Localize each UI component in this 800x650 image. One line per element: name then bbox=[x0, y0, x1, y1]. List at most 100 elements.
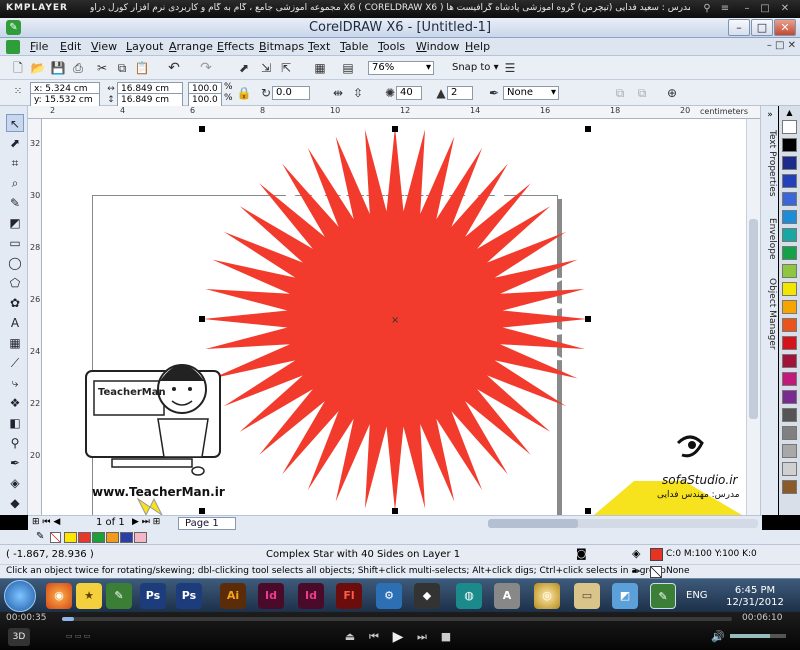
document-window-controls[interactable]: – □ ✕ bbox=[740, 40, 796, 54]
start-button[interactable] bbox=[4, 580, 36, 612]
open-icon[interactable]: 📂 bbox=[30, 60, 46, 76]
stop-icon[interactable]: ⏏ bbox=[342, 630, 358, 644]
height-field[interactable]: 16.849 cm bbox=[117, 93, 183, 107]
menu-bitmaps[interactable]: Bitmaps bbox=[259, 40, 304, 53]
convert-to-curves-icon[interactable]: ⊕ bbox=[664, 85, 680, 101]
rotation-angle-field[interactable]: 0.0 bbox=[272, 86, 310, 100]
next-icon[interactable]: ⏭ bbox=[414, 630, 430, 644]
menu-layout[interactable]: Layout bbox=[126, 40, 163, 53]
player-minimize-button[interactable]: – bbox=[740, 2, 754, 16]
docker-tab-object-manager[interactable]: Object Manager bbox=[763, 278, 777, 350]
save-icon[interactable]: 💾 bbox=[50, 60, 66, 76]
folder-icon[interactable]: ▭ bbox=[574, 583, 600, 609]
fill-color-swatch[interactable] bbox=[650, 548, 663, 561]
palette-swatch[interactable] bbox=[782, 444, 797, 458]
menu-effects[interactable]: Effects bbox=[217, 40, 254, 53]
document-palette-swatch[interactable] bbox=[106, 532, 119, 543]
shape-tool-icon[interactable]: ⬈ bbox=[6, 134, 24, 152]
document-palette-swatch[interactable] bbox=[92, 532, 105, 543]
indesign-alt-icon[interactable]: Id bbox=[298, 583, 324, 609]
menu-window[interactable]: Window bbox=[416, 40, 459, 53]
mirror-horizontal-icon[interactable]: ⇹ bbox=[330, 85, 346, 101]
vertical-ruler[interactable]: 32 30 28 26 24 22 20 bbox=[28, 119, 42, 515]
palette-swatch[interactable] bbox=[782, 408, 797, 422]
document-palette-swatch[interactable] bbox=[134, 532, 147, 543]
coreldraw-taskbar-icon[interactable]: ✎ bbox=[106, 583, 132, 609]
page-nav-icons[interactable]: ⊞ ⏮ ◀ bbox=[32, 517, 60, 527]
flash-icon[interactable]: Fl bbox=[336, 583, 362, 609]
document-icon[interactable] bbox=[6, 40, 20, 54]
page-tab[interactable]: Page 1 bbox=[178, 517, 236, 530]
menu-icon[interactable]: ≡ bbox=[718, 2, 732, 16]
menu-tools[interactable]: Tools bbox=[378, 40, 405, 53]
paste-icon[interactable]: 📋 bbox=[134, 60, 150, 76]
lock-ratio-icon[interactable]: 🔒 bbox=[236, 85, 252, 101]
palette-swatch[interactable] bbox=[782, 246, 797, 260]
rectangle-tool-icon[interactable]: ▭ bbox=[6, 234, 24, 252]
blend-tool-icon[interactable]: ❖ bbox=[6, 394, 24, 412]
palette-swatch[interactable] bbox=[782, 210, 797, 224]
palette-swatch[interactable] bbox=[782, 192, 797, 206]
palette-swatch[interactable] bbox=[782, 282, 797, 296]
options-icon[interactable]: ☰ bbox=[502, 60, 518, 76]
autocad-icon[interactable]: A bbox=[494, 583, 520, 609]
outline-color-swatch[interactable] bbox=[650, 566, 662, 578]
copy-icon[interactable]: ⧉ bbox=[114, 60, 130, 76]
coreldraw-active-icon[interactable]: ✎ bbox=[650, 583, 676, 609]
stop-square-icon[interactable]: ■ bbox=[438, 630, 454, 644]
firefox-icon[interactable]: ◉ bbox=[46, 583, 72, 609]
menu-table[interactable]: Table bbox=[340, 40, 368, 53]
palette-swatch[interactable] bbox=[782, 300, 797, 314]
text-tool-icon[interactable]: A bbox=[6, 314, 24, 332]
palette-swatch[interactable] bbox=[782, 372, 797, 386]
interactive-fill-tool-icon[interactable]: ◆ bbox=[6, 494, 24, 512]
language-indicator[interactable]: ENG bbox=[686, 590, 708, 601]
selection-handle[interactable] bbox=[199, 126, 205, 132]
outline-width-select[interactable]: None ▾ bbox=[503, 86, 559, 100]
zoom-level-select[interactable]: 76% ▾ bbox=[368, 61, 434, 75]
play-icon[interactable]: ▶ bbox=[390, 630, 406, 644]
eyedropper-icon[interactable]: ✎ bbox=[36, 531, 44, 542]
maximize-button[interactable]: □ bbox=[751, 19, 773, 36]
object-origin-icon[interactable]: ⁙ bbox=[10, 84, 26, 100]
selection-handle[interactable] bbox=[392, 126, 398, 132]
palette-swatch[interactable] bbox=[782, 336, 797, 350]
selection-handle[interactable] bbox=[585, 126, 591, 132]
import-icon[interactable]: ⇲ bbox=[258, 60, 274, 76]
export-icon[interactable]: ⇱ bbox=[278, 60, 294, 76]
palette-swatch[interactable] bbox=[782, 426, 797, 440]
palette-scroll-up-icon[interactable]: ▲ bbox=[783, 108, 796, 118]
document-palette-swatch[interactable] bbox=[120, 532, 133, 543]
pin-icon[interactable]: ⚲ bbox=[700, 2, 714, 16]
horizontal-ruler[interactable]: 2 4 6 8 10 12 14 16 18 20 centimeters bbox=[28, 106, 762, 119]
indesign-icon[interactable]: Id bbox=[258, 583, 284, 609]
3dsmax-icon[interactable]: ◆ bbox=[414, 583, 440, 609]
python-icon[interactable]: ⚙ bbox=[376, 583, 402, 609]
application-launcher-icon[interactable]: ▦ bbox=[312, 60, 328, 76]
palette-swatch[interactable] bbox=[782, 156, 797, 170]
minimize-button[interactable]: – bbox=[728, 19, 750, 36]
menu-arrange[interactable]: Arrange bbox=[169, 40, 213, 53]
basic-shapes-tool-icon[interactable]: ✿ bbox=[6, 294, 24, 312]
zoom-tool-icon[interactable]: ⌕ bbox=[6, 174, 24, 192]
palette-swatch[interactable] bbox=[782, 120, 797, 134]
fill-tool-icon[interactable]: ◈ bbox=[6, 474, 24, 492]
horizontal-scroll-thumb[interactable] bbox=[488, 519, 578, 528]
menu-view[interactable]: View bbox=[91, 40, 117, 53]
cut-icon[interactable]: ✂ bbox=[94, 60, 110, 76]
color-proof-icon[interactable]: ◙ bbox=[576, 547, 587, 560]
scale-y-field[interactable]: 100.0 bbox=[188, 93, 222, 107]
previous-icon[interactable]: ⏮ bbox=[366, 630, 382, 644]
player-maximize-button[interactable]: □ bbox=[758, 2, 772, 16]
complex-star[interactable]: × bbox=[203, 127, 587, 511]
print-icon[interactable]: ⎙ bbox=[70, 60, 86, 76]
menu-text[interactable]: Text bbox=[308, 40, 330, 53]
to-front-icon[interactable]: ⧉ bbox=[634, 85, 650, 101]
transparency-tool-icon[interactable]: ◧ bbox=[6, 414, 24, 432]
table-tool-icon[interactable]: ▦ bbox=[6, 334, 24, 352]
docker-arrows-icon[interactable]: » bbox=[763, 110, 777, 124]
menu-edit[interactable]: Edit bbox=[60, 40, 81, 53]
redo-icon[interactable]: ↷ bbox=[198, 60, 214, 76]
palette-swatch[interactable] bbox=[782, 390, 797, 404]
y-position-field[interactable]: y: 15.532 cm bbox=[30, 93, 100, 107]
